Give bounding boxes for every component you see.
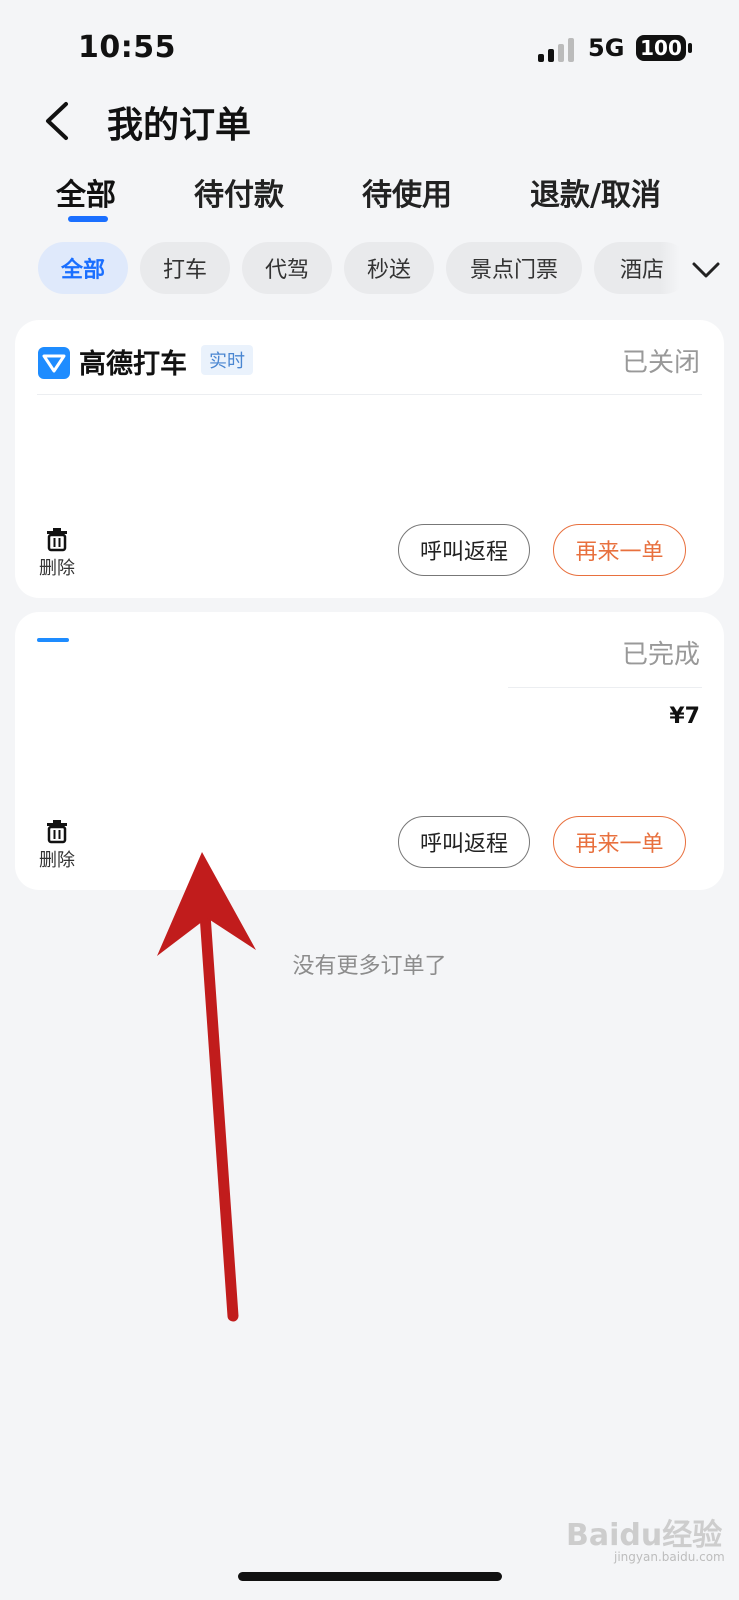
filters-fade — [660, 240, 680, 298]
order-price: ¥7 — [669, 704, 700, 729]
delete-label: 删除 — [39, 558, 75, 579]
expand-filters-button[interactable] — [686, 250, 726, 290]
order-logo-partial — [37, 638, 69, 642]
back-button[interactable] — [38, 94, 88, 148]
tab-pending-payment[interactable]: 待付款 — [194, 170, 284, 214]
nav-header: 我的订单 — [0, 90, 739, 150]
order-status: 已完成 — [621, 640, 700, 670]
home-indicator[interactable] — [238, 1572, 502, 1581]
order-type-tag: 实时 — [201, 345, 253, 375]
tab-to-use[interactable]: 待使用 — [362, 170, 452, 214]
filter-chip-all[interactable]: 全部 — [38, 242, 128, 294]
delete-order-button[interactable]: 删除 — [35, 526, 79, 580]
delete-label: 删除 — [39, 850, 75, 871]
reorder-button[interactable]: 再来一单 — [553, 524, 686, 576]
cellular-signal-icon — [538, 38, 578, 62]
order-service-name: 高德打车 — [79, 349, 187, 380]
status-bar: 10:55 5G 100 — [0, 0, 739, 90]
active-tab-indicator — [68, 216, 108, 222]
trash-icon — [47, 528, 67, 552]
status-time: 10:55 — [78, 30, 176, 65]
reorder-button[interactable]: 再来一单 — [553, 816, 686, 868]
amap-taxi-logo-icon — [38, 347, 70, 379]
list-end-message: 没有更多订单了 — [292, 954, 447, 979]
order-status: 已关闭 — [621, 348, 700, 378]
baidu-watermark-url: jingyan.baidu.com — [614, 1550, 725, 1564]
chevron-down-icon — [692, 262, 720, 278]
tab-refund-cancel[interactable]: 退款/取消 — [530, 170, 661, 214]
filter-chip-attraction-tickets[interactable]: 景点门票 — [446, 242, 582, 294]
page-title: 我的订单 — [107, 105, 252, 146]
filter-chip-express-delivery[interactable]: 秒送 — [344, 242, 434, 294]
trash-icon — [47, 820, 67, 844]
order-card[interactable]: 已完成 ¥7 删除 呼叫返程 再来一单 — [15, 612, 724, 890]
order-card[interactable]: 高德打车 实时 已关闭 删除 呼叫返程 再来一单 — [15, 320, 724, 598]
chevron-left-icon — [46, 102, 68, 140]
category-filters: 全部 打车 代驾 秒送 景点门票 酒店 — [0, 240, 680, 298]
call-return-trip-button[interactable]: 呼叫返程 — [398, 524, 530, 576]
battery-level: 100 — [640, 36, 682, 60]
card-divider — [508, 687, 702, 688]
battery-tip — [688, 43, 692, 53]
tab-all[interactable]: 全部 — [56, 170, 116, 214]
baidu-watermark: Baidu经验 — [566, 1518, 723, 1553]
filter-chip-designated-driver[interactable]: 代驾 — [242, 242, 332, 294]
network-type: 5G — [588, 34, 625, 62]
delete-order-button[interactable]: 删除 — [35, 818, 79, 872]
card-divider — [37, 394, 702, 395]
order-tabs: 全部 待付款 待使用 退款/取消 — [0, 160, 739, 230]
battery-icon: 100 — [636, 35, 686, 61]
filter-chip-taxi[interactable]: 打车 — [140, 242, 230, 294]
call-return-trip-button[interactable]: 呼叫返程 — [398, 816, 530, 868]
